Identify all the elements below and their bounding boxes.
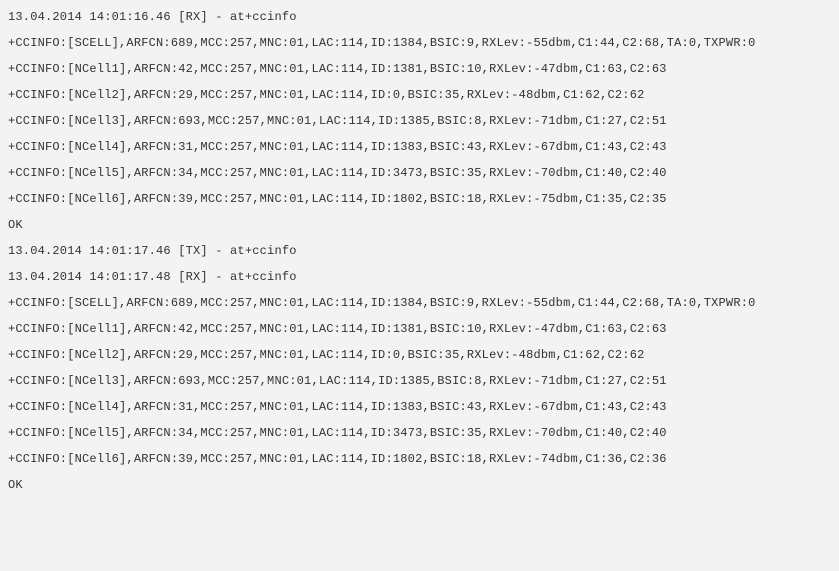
terminal-log-output: 13.04.2014 14:01:16.46 [RX] - at+ccinfo …: [8, 4, 831, 498]
log-line: +CCINFO:[NCell1],ARFCN:42,MCC:257,MNC:01…: [8, 56, 831, 82]
log-line: +CCINFO:[SCELL],ARFCN:689,MCC:257,MNC:01…: [8, 290, 831, 316]
log-line: 13.04.2014 14:01:17.48 [RX] - at+ccinfo: [8, 264, 831, 290]
log-line: +CCINFO:[NCell1],ARFCN:42,MCC:257,MNC:01…: [8, 316, 831, 342]
log-line: +CCINFO:[NCell2],ARFCN:29,MCC:257,MNC:01…: [8, 82, 831, 108]
log-line: +CCINFO:[NCell4],ARFCN:31,MCC:257,MNC:01…: [8, 394, 831, 420]
log-line: 13.04.2014 14:01:17.46 [TX] - at+ccinfo: [8, 238, 831, 264]
log-line: +CCINFO:[NCell5],ARFCN:34,MCC:257,MNC:01…: [8, 160, 831, 186]
log-line: OK: [8, 212, 831, 238]
log-line: +CCINFO:[NCell6],ARFCN:39,MCC:257,MNC:01…: [8, 186, 831, 212]
log-line: OK: [8, 472, 831, 498]
log-line: +CCINFO:[NCell2],ARFCN:29,MCC:257,MNC:01…: [8, 342, 831, 368]
log-line: +CCINFO:[NCell3],ARFCN:693,MCC:257,MNC:0…: [8, 368, 831, 394]
log-line: +CCINFO:[NCell4],ARFCN:31,MCC:257,MNC:01…: [8, 134, 831, 160]
log-line: 13.04.2014 14:01:16.46 [RX] - at+ccinfo: [8, 4, 831, 30]
log-line: +CCINFO:[NCell6],ARFCN:39,MCC:257,MNC:01…: [8, 446, 831, 472]
log-line: +CCINFO:[NCell5],ARFCN:34,MCC:257,MNC:01…: [8, 420, 831, 446]
log-line: +CCINFO:[SCELL],ARFCN:689,MCC:257,MNC:01…: [8, 30, 831, 56]
log-line: +CCINFO:[NCell3],ARFCN:693,MCC:257,MNC:0…: [8, 108, 831, 134]
